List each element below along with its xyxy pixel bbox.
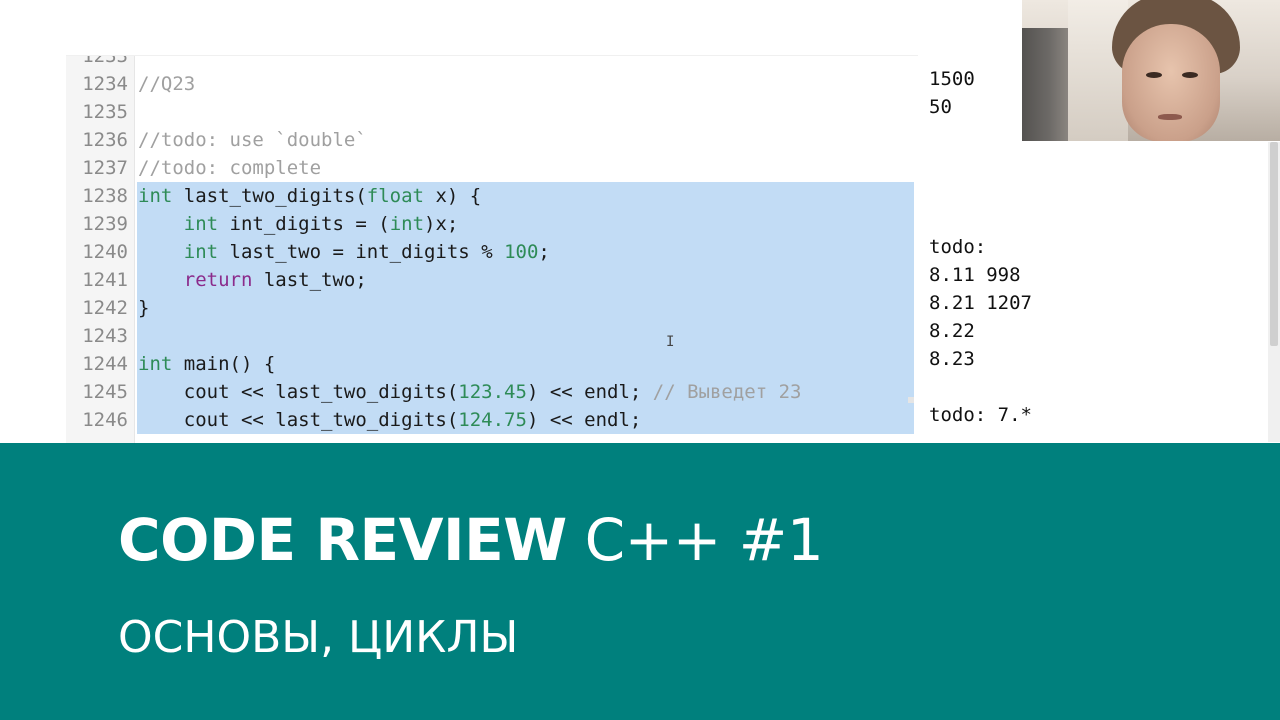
code-token: last_two_digits( [172, 185, 367, 207]
webcam-mouth [1158, 114, 1182, 120]
line-number: 1240 [82, 241, 128, 263]
line-number: 1235 [82, 101, 128, 123]
code-line[interactable]: 1237 //todo: complete [66, 154, 918, 182]
output-line: 8.22 [929, 320, 975, 342]
code-text[interactable]: return last_two; [138, 266, 367, 294]
code-token: float [366, 185, 424, 207]
code-token: int [389, 213, 425, 235]
code-line[interactable]: 1243 [66, 322, 918, 350]
output-line: 1500 [929, 68, 975, 90]
code-line[interactable]: 1238 int last_two_digits(float x) { [66, 182, 918, 210]
code-line[interactable]: 1234 //Q23 [66, 70, 918, 98]
output-line: 8.21 1207 [929, 292, 1032, 314]
webcam-eye [1146, 72, 1162, 78]
code-token: cout << last_two_digits( [138, 409, 459, 431]
line-number: 1241 [82, 269, 128, 291]
code-line[interactable]: 1244 int main() { [66, 350, 918, 378]
code-line[interactable]: 1235 [66, 98, 918, 126]
output-line: 8.23 [929, 348, 975, 370]
code-text[interactable]: int main() { [138, 350, 275, 378]
line-number: 1238 [82, 185, 128, 207]
code-text[interactable]: } [138, 294, 149, 322]
code-token: x) { [424, 185, 482, 207]
code-line[interactable]: 1240 int last_two = int_digits % 100; [66, 238, 918, 266]
code-text[interactable]: //todo: complete [138, 154, 321, 182]
line-number: 1237 [82, 157, 128, 179]
code-text[interactable]: //Q23 [138, 70, 195, 98]
code-token: ) << endl; [526, 381, 653, 403]
code-token: last_two = int_digits % [218, 241, 505, 263]
scroll-marker [908, 397, 914, 403]
code-text[interactable]: int last_two_digits(float x) { [138, 182, 481, 210]
code-line[interactable]: 1236 //todo: use `double` [66, 126, 918, 154]
code-text[interactable]: int last_two = int_digits % 100; [138, 238, 550, 266]
code-token: int [138, 185, 173, 207]
code-token: int [183, 241, 219, 263]
banner-title: CODE REVIEW C++ #1 [118, 500, 824, 580]
code-token: int [183, 213, 219, 235]
scrollbar-thumb[interactable] [1270, 142, 1278, 346]
banner-title-bold: CODE REVIEW [118, 506, 567, 574]
line-number: 1246 [82, 409, 128, 431]
code-token: //Q23 [138, 73, 196, 95]
banner-title-light: C++ #1 [584, 506, 824, 574]
code-text[interactable]: //todo: use `double` [138, 126, 367, 154]
line-number: 1245 [82, 381, 128, 403]
code-token: } [138, 297, 150, 319]
banner-subtitle: ОСНОВЫ, ЦИКЛЫ [118, 612, 519, 663]
code-token: )x; [424, 213, 459, 235]
line-number: 1233 [82, 55, 128, 67]
code-token: last_two; [252, 269, 367, 291]
code-token: 123.45 [458, 381, 527, 403]
code-token: main() { [172, 353, 276, 375]
code-token: // Выведет 23 [652, 381, 802, 403]
selection-highlight [137, 322, 914, 350]
code-line[interactable]: 1242} [66, 294, 918, 322]
output-line: todo: 7.* [929, 404, 1032, 426]
output-line: 50 [929, 96, 952, 118]
partial-code-line: 1233 [66, 55, 918, 70]
output-line: 8.11 998 [929, 264, 1021, 286]
code-editor[interactable]: 1233 1234 //Q23 1235 1236 //todo: use `doubl… [66, 55, 918, 444]
code-token: return [183, 269, 253, 291]
line-number: 1242 [82, 297, 128, 319]
webcam-eye [1182, 72, 1198, 78]
code-line[interactable]: 1239 int int_digits = (int)x; [66, 210, 918, 238]
code-text[interactable]: int int_digits = (int)x; [138, 210, 459, 238]
line-number: 1236 [82, 129, 128, 151]
webcam-curtain [1022, 28, 1068, 141]
output-line: todo: [929, 236, 987, 258]
code-token: ; [538, 241, 550, 263]
code-token: 124.75 [458, 409, 527, 431]
line-number: 1243 [82, 325, 128, 347]
text-cursor-icon: I [666, 334, 675, 350]
code-text[interactable]: cout << last_two_digits(123.45) << endl;… [138, 378, 802, 406]
code-line[interactable]: 1241 return last_two; [66, 266, 918, 294]
code-token: 100 [504, 241, 539, 263]
line-number: 1239 [82, 213, 128, 235]
selection-highlight [137, 294, 914, 322]
title-banner [0, 443, 1280, 720]
webcam-face [1122, 24, 1220, 141]
code-token: ) << endl; [526, 409, 642, 431]
code-token: int [138, 353, 173, 375]
line-number: 1244 [82, 353, 128, 375]
code-token: //todo: use `double` [138, 129, 367, 151]
code-token: int_digits = ( [218, 213, 390, 235]
code-line[interactable]: 1245 cout << last_two_digits(123.45) << … [66, 378, 918, 406]
code-text[interactable]: cout << last_two_digits(124.75) << endl; [138, 406, 642, 434]
code-token: cout << last_two_digits( [138, 381, 459, 403]
output-scrollbar[interactable] [1268, 142, 1280, 442]
code-token: //todo: complete [138, 157, 322, 179]
code-line[interactable]: 1246 cout << last_two_digits(124.75) << … [66, 406, 918, 434]
line-number: 1234 [82, 73, 128, 95]
webcam-overlay [1022, 0, 1280, 141]
